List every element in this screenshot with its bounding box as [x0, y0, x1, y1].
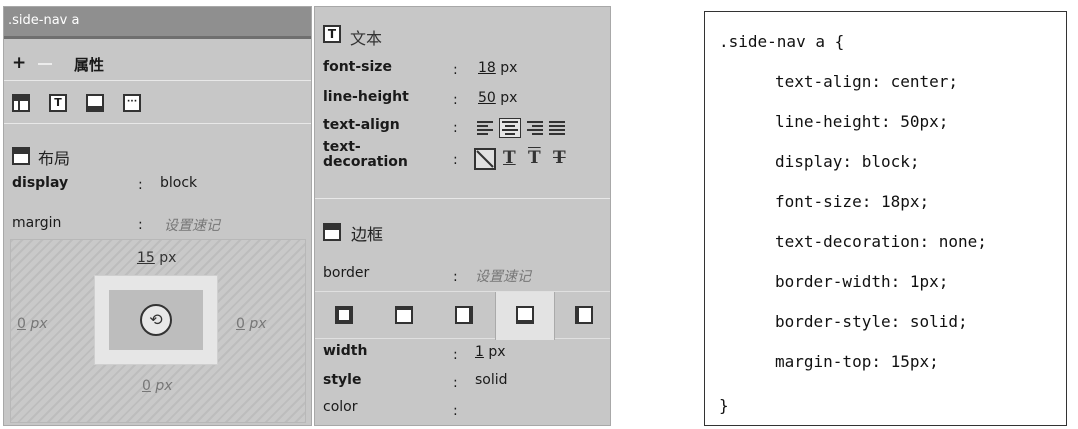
display-colon: : [138, 177, 143, 193]
text-decoration-label: text-decoration [323, 139, 408, 170]
border-width-colon: : [453, 347, 458, 363]
layout-icon[interactable] [12, 94, 30, 112]
border-colon: : [453, 269, 458, 285]
margin-right-value[interactable]: 0 px [236, 316, 267, 332]
bottom-side-icon[interactable] [495, 292, 555, 340]
line-height-value[interactable]: 50 px [478, 90, 517, 106]
text-section-title: 文本 [350, 29, 383, 48]
top-side-icon[interactable] [375, 292, 435, 340]
section-divider [315, 198, 610, 199]
selector-bar[interactable]: .side-nav a [4, 7, 311, 39]
css-properties-panel: .side-nav a + 属性 T ··· 布局 display : bloc… [3, 6, 312, 426]
border-shorthand-value[interactable]: 设置速记 [475, 266, 531, 286]
display-label: display [12, 175, 69, 191]
line-height-colon: : [453, 92, 458, 108]
text-border-panel: T 文本 font-size : 18 px line-height : 50 … [314, 6, 611, 426]
layout-section-title: 布局 [38, 149, 71, 168]
code-line: border-width: 1px; [775, 272, 949, 291]
more-icon[interactable]: ··· [123, 94, 141, 112]
border-width-label: width [323, 343, 368, 359]
border-icon[interactable] [86, 94, 104, 112]
margin-label: margin [12, 215, 62, 231]
decoration-underline-icon[interactable]: T [503, 148, 516, 168]
align-justify-icon[interactable] [549, 121, 565, 135]
border-section-title: 边框 [351, 225, 384, 244]
code-line: border-style: solid; [775, 312, 968, 331]
code-line: text-align: center; [775, 72, 959, 91]
border-section-icon [323, 223, 341, 241]
margin-left-value[interactable]: 0 px [17, 316, 48, 332]
remove-property-button[interactable] [38, 63, 52, 65]
properties-title: 属性 [74, 56, 105, 74]
border-side-tabs [315, 291, 612, 340]
align-left-icon[interactable] [477, 121, 493, 135]
css-code-preview: .side-nav a { text-align: center; line-h… [704, 11, 1067, 426]
line-height-label: line-height [323, 89, 409, 105]
align-center-icon[interactable] [499, 118, 521, 138]
font-size-label: font-size [323, 59, 392, 75]
align-right-icon[interactable] [527, 121, 543, 135]
code-line: } [719, 396, 729, 415]
border-style-value[interactable]: solid [475, 372, 508, 388]
border-width-value[interactable]: 1 px [475, 344, 506, 360]
margin-box-editor: 15 px 0 px 0 px 0 px ⟲ [10, 239, 306, 423]
border-style-label: style [323, 372, 362, 388]
text-icon[interactable]: T [49, 94, 67, 112]
link-margins-icon[interactable]: ⟲ [140, 304, 172, 336]
code-line: line-height: 50px; [775, 112, 949, 131]
text-decoration-colon: : [453, 152, 458, 168]
category-toolbar: T ··· [4, 82, 311, 124]
border-label: border [323, 265, 370, 281]
decoration-overline-icon[interactable]: T [528, 148, 541, 168]
layout-section-icon [12, 147, 30, 165]
text-section-icon: T [323, 25, 341, 43]
border-color-label: color [323, 399, 358, 415]
margin-bottom-value[interactable]: 0 px [142, 378, 173, 394]
properties-header: + 属性 [4, 45, 311, 81]
code-line: .side-nav a { [719, 32, 845, 51]
text-align-label: text-align [323, 117, 400, 133]
font-size-value[interactable]: 18 px [478, 60, 517, 76]
border-style-colon: : [453, 375, 458, 391]
margin-colon: : [138, 217, 143, 233]
add-property-button[interactable]: + [12, 53, 26, 73]
code-line: text-decoration: none; [775, 232, 987, 251]
border-color-colon: : [453, 403, 458, 419]
all-sides-icon[interactable] [315, 292, 375, 340]
selector-label: .side-nav a [8, 13, 80, 28]
display-value[interactable]: block [160, 175, 197, 191]
margin-top-value[interactable]: 15 px [137, 250, 176, 266]
code-line: display: block; [775, 152, 920, 171]
padding-box: ⟲ [94, 275, 218, 365]
decoration-strikethrough-icon[interactable]: T [553, 148, 566, 168]
decoration-none-icon[interactable] [474, 148, 496, 170]
text-align-colon: : [453, 120, 458, 136]
code-line: margin-top: 15px; [775, 352, 939, 371]
font-size-colon: : [453, 62, 458, 78]
margin-shorthand-value[interactable]: 设置速记 [164, 215, 220, 235]
right-side-icon[interactable] [435, 292, 495, 340]
left-side-icon[interactable] [555, 292, 612, 340]
content-box: ⟲ [109, 290, 203, 350]
code-line: font-size: 18px; [775, 192, 930, 211]
